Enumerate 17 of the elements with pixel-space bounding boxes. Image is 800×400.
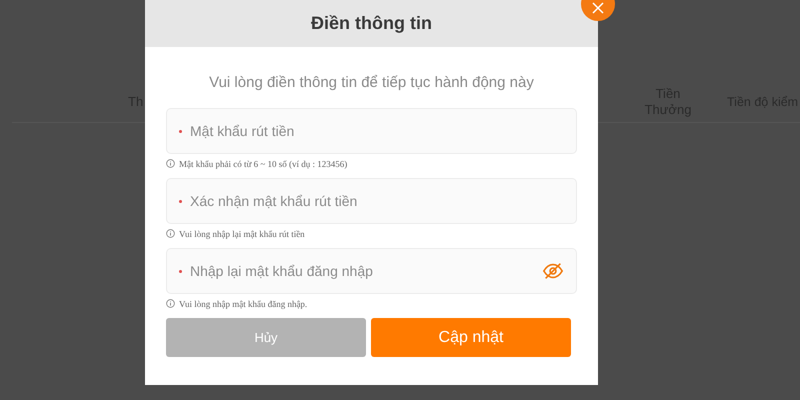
info-icon [166, 299, 175, 308]
eye-slash-icon[interactable] [542, 260, 564, 282]
cancel-button[interactable]: Hủy [166, 318, 366, 357]
field-hint: Vui lòng nhập mật khẩu đăng nhập. [179, 298, 308, 308]
field-hint: Vui lòng nhập lại mật khẩu rút tiền [179, 228, 305, 238]
info-icon [166, 229, 175, 238]
dialog-subtitle: Vui lòng điền thông tin để tiếp tục hành động này [208, 74, 535, 91]
password-field[interactable]: Xác nhận mật khẩu rút tiền [166, 178, 577, 224]
update-button[interactable]: Cập nhật [371, 318, 571, 357]
password-input[interactable]: Xác nhận mật khẩu rút tiền [190, 193, 564, 209]
info-icon [166, 159, 175, 168]
dialog-title: Điền thông tin [311, 13, 432, 34]
password-field[interactable]: Nhập lại mật khẩu đăng nhập [166, 248, 577, 294]
password-field[interactable]: Mật khẩu rút tiền [166, 108, 577, 154]
field-hint: Mật khẩu phải có từ 6 ~ 10 số (ví dụ : 123456) [179, 158, 348, 168]
password-input[interactable]: Mật khẩu rút tiền [190, 123, 564, 139]
password-input[interactable]: Nhập lại mật khẩu đăng nhập [190, 263, 534, 279]
